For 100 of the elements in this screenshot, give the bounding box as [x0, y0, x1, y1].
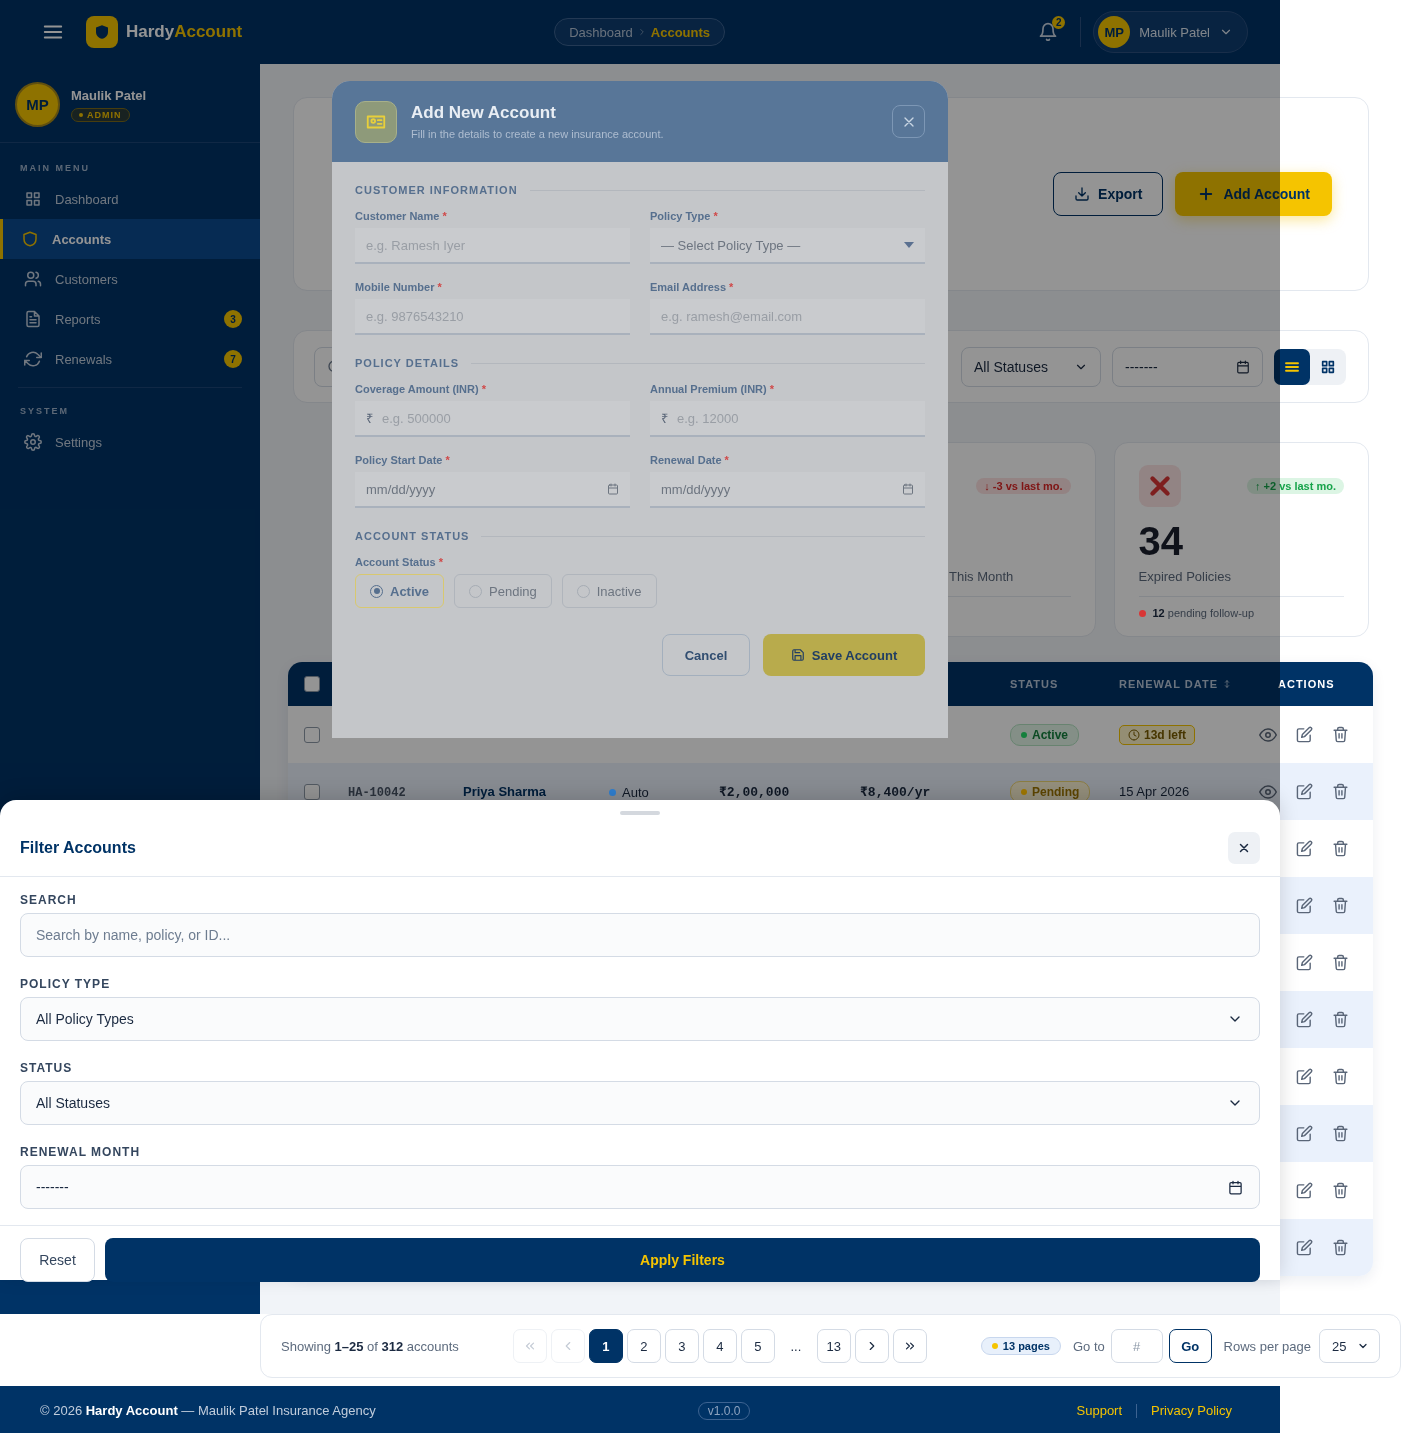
save-button[interactable]: Save Account	[763, 634, 925, 676]
document-icon	[24, 310, 42, 328]
trash-icon[interactable]	[1332, 954, 1349, 971]
edit-icon[interactable]	[1296, 1011, 1313, 1028]
calendar-icon	[607, 483, 619, 495]
trash-icon[interactable]	[1332, 725, 1349, 743]
field-label: POLICY TYPE	[20, 977, 112, 991]
trash-icon[interactable]	[1332, 1068, 1349, 1085]
footer-link[interactable]: Privacy Policy	[1151, 1403, 1232, 1418]
sidebar-item[interactable]: Customers	[0, 259, 260, 299]
month-field[interactable]: -------	[20, 1165, 1260, 1209]
field-label: Policy Type *	[650, 210, 719, 222]
save-icon	[790, 648, 805, 662]
select-field[interactable]: All Statuses	[20, 1081, 1260, 1125]
select-field[interactable]: All Policy Types	[20, 997, 1260, 1041]
column-header[interactable]: ACTIONS	[1278, 678, 1335, 690]
user-menu[interactable]: MP Maulik Patel	[1093, 11, 1248, 53]
edit-icon[interactable]	[1296, 1125, 1313, 1142]
radio-option[interactable]: Inactive	[561, 574, 657, 608]
date-field[interactable]: mm/dd/yyyy	[355, 472, 630, 508]
customer-name: Priya Sharma	[463, 784, 547, 799]
edit-icon[interactable]	[1296, 1239, 1313, 1256]
edit-icon[interactable]	[1296, 1068, 1313, 1085]
reset-button[interactable]: Reset	[20, 1238, 95, 1282]
edit-icon[interactable]	[1296, 782, 1313, 800]
field-label: Coverage Amount (INR) *	[355, 383, 487, 395]
menu-section-title: SYSTEM	[19, 406, 70, 418]
status-badge: Pending	[1010, 780, 1091, 803]
countdown-badge: 13d left	[1119, 724, 1195, 745]
eye-icon[interactable]	[1259, 725, 1277, 744]
page-nav-button[interactable]	[892, 1329, 927, 1363]
field-label: Customer Name *	[355, 210, 448, 222]
stat-label: Expired Policies	[1138, 569, 1231, 584]
select-field[interactable]: — Select Policy Type —	[650, 228, 925, 264]
cancel-button[interactable]: Cancel	[662, 634, 750, 676]
eye-icon[interactable]	[1259, 782, 1277, 801]
trash-icon[interactable]	[1332, 1182, 1349, 1199]
page-input[interactable]: #	[1110, 1329, 1163, 1363]
month-field[interactable]: -------	[1112, 346, 1263, 387]
menu-section-title: MAIN MENU	[19, 163, 91, 175]
stat-note: 12 pending follow-up	[1152, 607, 1255, 619]
sort-icon	[1222, 679, 1232, 689]
close-button[interactable]	[1228, 832, 1260, 864]
go-button[interactable]: Go	[1168, 1329, 1212, 1363]
sidebar-item[interactable]: Accounts	[0, 219, 260, 259]
trash-icon[interactable]	[1332, 1239, 1349, 1256]
page-button[interactable]: 3	[664, 1329, 699, 1363]
trash-icon[interactable]	[1332, 897, 1349, 914]
settings-icon	[24, 433, 42, 451]
column-header[interactable]: RENEWAL DATE	[1119, 678, 1218, 690]
search-field[interactable]: Search by name, policy, or ID...	[20, 913, 1260, 957]
policy-type: Auto	[622, 784, 649, 800]
page-button[interactable]: 1	[588, 1329, 623, 1363]
edit-icon[interactable]	[1296, 1182, 1313, 1199]
add-account-button[interactable]: Add Account	[1175, 172, 1332, 216]
stat-value: 34	[1138, 519, 1183, 563]
calendar-icon	[902, 483, 914, 495]
row-checkbox[interactable]	[304, 726, 320, 743]
column-header[interactable]: STATUS	[1010, 678, 1059, 690]
breadcrumb-item[interactable]: Dashboard	[569, 24, 633, 40]
page-ellipsis: ...	[789, 1338, 803, 1354]
breadcrumb-item[interactable]: Accounts	[650, 24, 711, 40]
select-all-checkbox[interactable]	[304, 676, 320, 692]
page-button[interactable]: 13	[816, 1329, 851, 1363]
role-badge: ADMIN	[71, 107, 130, 122]
view-toggle[interactable]	[1274, 348, 1310, 385]
goto-label: Go to	[1072, 1338, 1105, 1354]
page-button[interactable]: 5	[740, 1329, 775, 1363]
trash-icon[interactable]	[1332, 840, 1349, 857]
sidebar-item[interactable]: Renewals 7	[0, 339, 260, 379]
date-field[interactable]: mm/dd/yyyy	[650, 472, 925, 508]
sidebar-item[interactable]: Dashboard	[0, 179, 260, 219]
trash-icon[interactable]	[1332, 1125, 1349, 1142]
apply-filters-button[interactable]: Apply Filters	[105, 1238, 1260, 1282]
refresh-icon	[24, 350, 42, 368]
edit-icon[interactable]	[1296, 954, 1313, 971]
drag-handle[interactable]	[620, 811, 660, 815]
download-icon	[1074, 186, 1091, 202]
dialog-title: Add New Account	[411, 103, 557, 123]
status-select[interactable]: All Statuses	[961, 346, 1101, 387]
stat-label: This Month	[949, 569, 1014, 584]
coverage-amount: ₹2,00,000	[719, 784, 790, 800]
export-button[interactable]: Export	[1053, 172, 1164, 216]
trash-icon[interactable]	[1332, 1011, 1349, 1028]
rows-select[interactable]: 25	[1319, 1329, 1380, 1363]
edit-icon[interactable]	[1296, 725, 1313, 743]
page-button[interactable]: 4	[702, 1329, 737, 1363]
edit-icon[interactable]	[1296, 840, 1313, 857]
page-button[interactable]: 2	[626, 1329, 661, 1363]
edit-icon[interactable]	[1296, 897, 1313, 914]
radio-option[interactable]: Pending	[454, 574, 552, 608]
radio-option[interactable]: Active	[355, 574, 445, 608]
row-checkbox[interactable]	[304, 783, 320, 800]
footer-link[interactable]: Support	[1076, 1403, 1123, 1418]
sidebar-item[interactable]: Settings	[0, 422, 224, 462]
trash-icon[interactable]	[1332, 782, 1349, 800]
profile-name: Maulik Patel	[71, 87, 147, 103]
notification-count: 2	[1052, 16, 1066, 29]
brand-name: HardyAccount	[126, 22, 243, 42]
sidebar-item[interactable]: Reports 3	[0, 299, 260, 339]
